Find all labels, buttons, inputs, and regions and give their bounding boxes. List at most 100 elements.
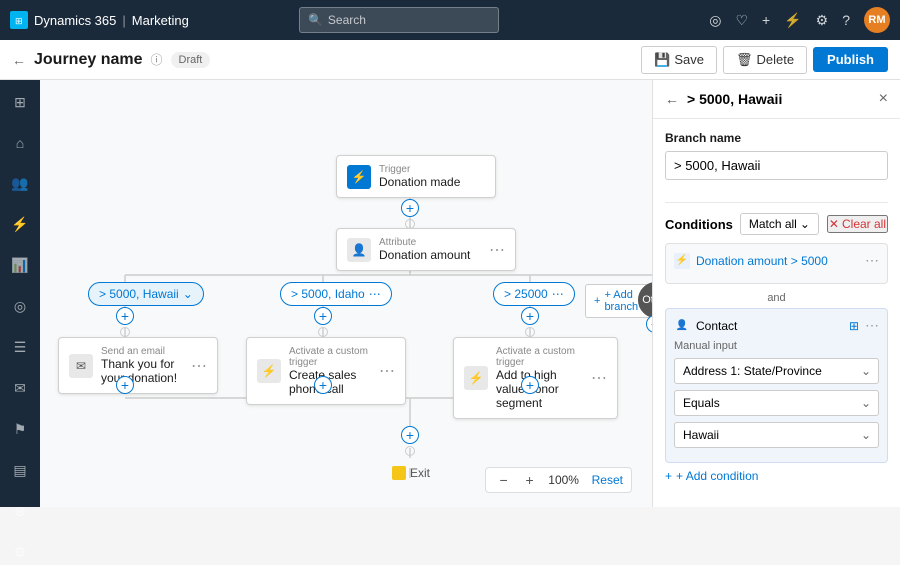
action-3-label-small: Activate a custom trigger [496,346,583,368]
sidebar-icon-inbox[interactable]: ▤ [9,458,30,483]
plus-button-b2[interactable]: + [314,307,332,325]
nav-right-icons: ◎ ♡ + ⚡ ⚙ ? RM [709,7,890,33]
sidebar-icon-settings[interactable]: ⚙ [10,540,31,565]
sidebar-icon-grid[interactable]: ⊞ [10,90,30,115]
zoom-out-button[interactable]: − [494,472,514,488]
action-node-2[interactable]: ⚡ Activate a custom trigger Create sales… [246,337,406,405]
nav-icon-4[interactable]: ⚡ [784,12,801,29]
nav-icon-2[interactable]: ♡ [735,12,748,29]
add-condition-plus: + [665,469,672,483]
condition-1-more[interactable]: ⋯ [865,252,879,269]
search-placeholder: Search [328,13,366,27]
header-bar: ← Journey name ⓘ Draft 💾 Save 🗑 Delete P… [0,40,900,80]
zoom-in-button[interactable]: + [520,472,540,488]
sidebar-icon-chart[interactable]: 📊 [7,253,32,278]
action-3-label-main: Add to high value donor segment [496,368,583,410]
sidebar-icon-mail[interactable]: ✉ [10,376,30,401]
sub-condition-more[interactable]: ⋯ [865,317,879,334]
condition-row-1: ⚡ Donation amount > 5000 ⋯ [665,243,888,284]
action-1-icon: ✉ [69,354,93,378]
conditions-header: Conditions Match all ⌄ ✕ Clear all [665,213,888,235]
match-all-button[interactable]: Match all ⌄ [740,213,819,235]
condition-1-text: Donation amount > 5000 [696,254,859,268]
action-1-more[interactable]: ⋯ [191,356,207,376]
value-dropdown-wrapper: Hawaii [674,422,879,448]
condition-1-header: ⚡ Donation amount > 5000 ⋯ [674,252,879,269]
action-3-more[interactable]: ⋯ [591,368,607,388]
contact-label: Contact [696,319,843,333]
operator-dropdown[interactable]: Equals [674,390,879,416]
nav-icon-6[interactable]: ? [842,12,850,28]
plus-button-other[interactable]: + [646,315,652,333]
panel-body: Branch name Conditions Match all ⌄ ✕ Cle… [653,119,900,507]
back-button[interactable]: ← [12,52,26,68]
add-branch-icon: + [594,295,600,307]
action-node-1[interactable]: ✉ Send an email Thank you for your donat… [58,337,218,394]
sidebar-icon-target[interactable]: ◎ [10,294,30,319]
save-button[interactable]: 💾 Save [641,46,717,74]
sidebar-icon-flow[interactable]: ⚡ [7,212,32,237]
app-module: Marketing [132,13,189,28]
branch-3-label: > 25000 [504,287,548,301]
operator-dropdown-wrapper: Equals [674,390,879,416]
exit-label: Exit [410,466,430,480]
branch-1-chevron: ⌄ [183,287,193,301]
attribute-label-small: Attribute [379,237,470,248]
status-badge: Draft [171,52,211,68]
plus-button-b3[interactable]: + [521,307,539,325]
branch-node-3[interactable]: > 25000 ⋯ [493,282,575,306]
nav-icon-3[interactable]: + [762,12,770,28]
conditions-label: Conditions [665,217,740,232]
resize-copy-icon[interactable]: ⊞ [849,319,859,333]
field-dropdown[interactable]: Address 1: State/Province [674,358,879,384]
save-icon: 💾 [654,52,670,68]
attribute-more-button[interactable]: ⋯ [489,240,505,260]
sidebar-icon-home[interactable]: ⌂ [12,131,28,155]
delete-button[interactable]: 🗑 Delete [723,46,807,74]
branch-1-label: > 5000, Hawaii [99,287,179,301]
manual-input-label: Manual input [674,340,879,352]
branch-3-more[interactable]: ⋯ [552,287,564,301]
circle-exit [405,446,415,456]
action-3-icon: ⚡ [464,366,488,390]
sidebar-icon-list[interactable]: ☰ [10,335,31,360]
action-3-labels: Activate a custom trigger Add to high va… [496,346,583,410]
plus-button-after-2[interactable]: + [314,376,332,394]
branch-name-label: Branch name [665,131,888,145]
plus-button-after-3[interactable]: + [521,376,539,394]
trigger-label-main: Donation made [379,175,460,189]
sub-condition-header: 👤 Contact ⊞ ⋯ [674,317,879,334]
branch-node-1[interactable]: > 5000, Hawaii ⌄ [88,282,204,306]
user-avatar[interactable]: RM [864,7,890,33]
branch-name-input[interactable] [665,151,888,180]
action-2-more[interactable]: ⋯ [379,361,395,381]
value-dropdown[interactable]: Hawaii [674,422,879,448]
panel-divider [665,202,888,203]
zoom-reset-button[interactable]: Reset [592,473,623,487]
attribute-icon: 👤 [347,238,371,262]
sidebar-icon-flag[interactable]: ⚑ [10,417,31,442]
sidebar-icon-tags[interactable]: ⊛ [10,499,30,524]
publish-button[interactable]: Publish [813,47,888,72]
panel-close-button[interactable]: × [879,90,888,108]
circle-b1 [120,327,130,337]
plus-button-1[interactable]: + [401,199,419,217]
trigger-labels: Trigger Donation made [379,164,460,189]
other-label: Other [642,294,652,306]
sidebar-icon-people[interactable]: 👥 [7,171,32,196]
plus-button-after-1[interactable]: + [116,376,134,394]
attribute-node[interactable]: 👤 Attribute Donation amount ⋯ [336,228,516,271]
nav-icon-1[interactable]: ◎ [709,12,721,29]
nav-icon-5[interactable]: ⚙ [816,12,829,29]
plus-button-exit[interactable]: + [401,426,419,444]
search-bar[interactable]: 🔍 Search [299,7,499,33]
trigger-node[interactable]: ⚡ Trigger Donation made [336,155,496,198]
clear-all-x: ✕ [829,217,839,231]
clear-all-button[interactable]: ✕ Clear all [827,215,888,233]
branch-node-2[interactable]: > 5000, Idaho ⋯ [280,282,392,306]
info-icon[interactable]: ⓘ [150,51,162,68]
branch-2-more[interactable]: ⋯ [369,287,381,301]
panel-back-button[interactable]: ← [665,91,679,107]
add-condition-button[interactable]: + + Add condition [665,469,758,483]
plus-button-b1[interactable]: + [116,307,134,325]
